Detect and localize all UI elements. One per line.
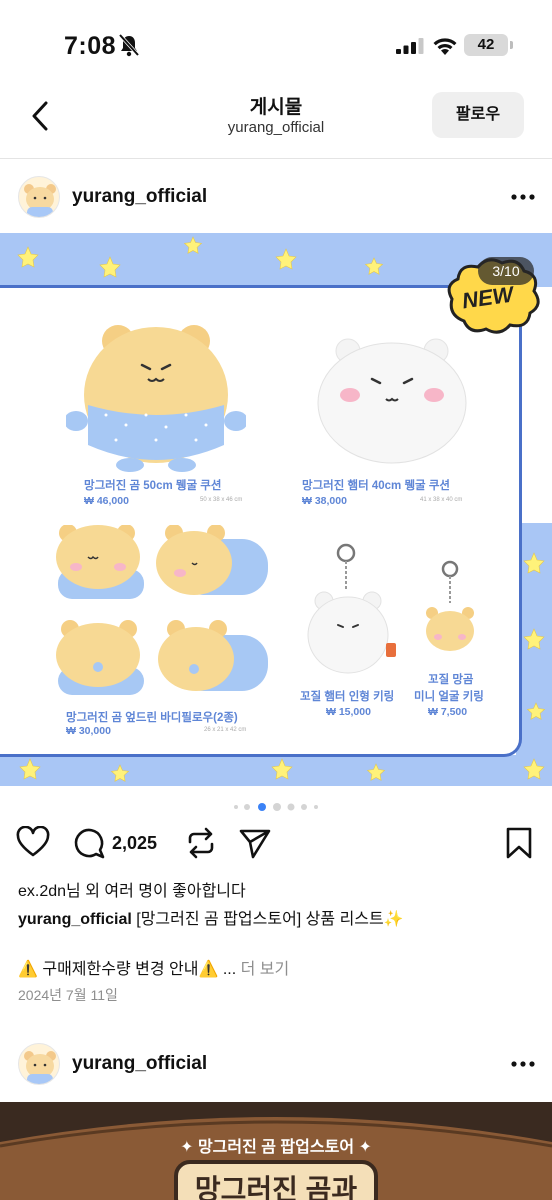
follow-button[interactable]: 팔로우 xyxy=(432,92,524,138)
caption-text: [망그러진 곰 팝업스토어] 상품 리스트✨ xyxy=(131,911,404,928)
caption-username[interactable]: yurang_official xyxy=(18,911,132,928)
bookmark-icon[interactable] xyxy=(504,826,534,860)
product-price: ₩ 7,500 xyxy=(428,706,468,718)
product-name-line1: 꼬질 망곰 xyxy=(428,674,474,686)
product-name: 꼬질 햄터 인형 키링 xyxy=(300,691,395,703)
notice-line: ⚠️ 구매제한수량 변경 안내⚠️ ... 더 보기 xyxy=(18,955,289,979)
product-name: 망그러진 곰 엎드린 바디필로우(2종) xyxy=(66,712,238,724)
product-price: ₩ 15,000 xyxy=(326,706,371,718)
comment-count: 2,025 xyxy=(112,833,158,853)
product-size: 41 x 38 x 40 cm xyxy=(420,497,463,503)
product-name: 망그러진 햄터 40cm 뮁굴 쿠션 xyxy=(302,480,450,492)
product-price: ₩ 38,000 xyxy=(302,495,347,507)
post-image[interactable]: NEW 3/10 망그러진 곰 50cm 뮁굴 쿠션 ₩ 46,000 50 x… xyxy=(0,233,552,786)
bear-avatar-icon xyxy=(24,184,56,217)
product-price: ₩ 46,000 xyxy=(84,495,129,507)
likes-text[interactable]: ex.2dn님 외 여러 명이 좋아합니다 xyxy=(18,877,246,901)
post-caption: yurang_official [망그러진 곰 팝업스토어] 상품 리스트✨ xyxy=(18,905,404,929)
hamster-keyring-image xyxy=(307,543,396,674)
avatar[interactable] xyxy=(18,176,60,218)
comment-icon[interactable] xyxy=(72,826,106,860)
product-size: 50 x 38 x 46 cm xyxy=(200,497,243,503)
share-icon[interactable] xyxy=(238,826,272,860)
heart-icon[interactable] xyxy=(16,826,50,860)
carousel-dots xyxy=(234,803,318,811)
signal-icon xyxy=(396,38,424,54)
more-link[interactable]: 더 보기 xyxy=(236,961,290,978)
image-counter: 3/10 xyxy=(478,257,534,285)
avatar[interactable] xyxy=(18,1043,60,1085)
status-bar: 7:08 42 xyxy=(0,0,552,88)
header-divider xyxy=(0,158,552,159)
product-name: 망그러진 곰 50cm 뮁굴 쿠션 xyxy=(84,480,222,492)
post2-banner: ✦ 망그러진 곰 팝업스토어 ✦ xyxy=(180,1139,372,1156)
post-date: 2024년 7월 11일 xyxy=(18,987,118,1003)
product-price: ₩ 30,000 xyxy=(66,725,111,737)
bear-cushion-image xyxy=(66,325,246,472)
product-size: 26 x 21 x 42 cm xyxy=(204,727,247,733)
hamster-cushion-image xyxy=(317,338,467,464)
product-name-line2: 미니 얼굴 키링 xyxy=(414,691,484,703)
body-pillow-image xyxy=(56,525,268,695)
battery-indicator: 42 xyxy=(464,34,513,56)
more-dots-icon[interactable] xyxy=(510,193,536,201)
post-username[interactable]: yurang_official xyxy=(72,186,207,208)
post-username[interactable]: yurang_official xyxy=(72,1053,207,1075)
repost-icon[interactable] xyxy=(184,826,218,860)
bear-avatar-icon xyxy=(24,1051,56,1084)
status-time: 7:08 xyxy=(64,32,117,60)
more-dots-icon[interactable] xyxy=(510,1060,536,1068)
bear-face-keyring-image xyxy=(426,560,474,651)
wifi-icon xyxy=(433,38,457,55)
notice-text: ⚠️ 구매제한수량 변경 안내⚠️ ... xyxy=(18,961,237,978)
bell-slash-icon xyxy=(118,33,140,57)
post2-title: 망그러진 곰과 xyxy=(194,1174,358,1200)
